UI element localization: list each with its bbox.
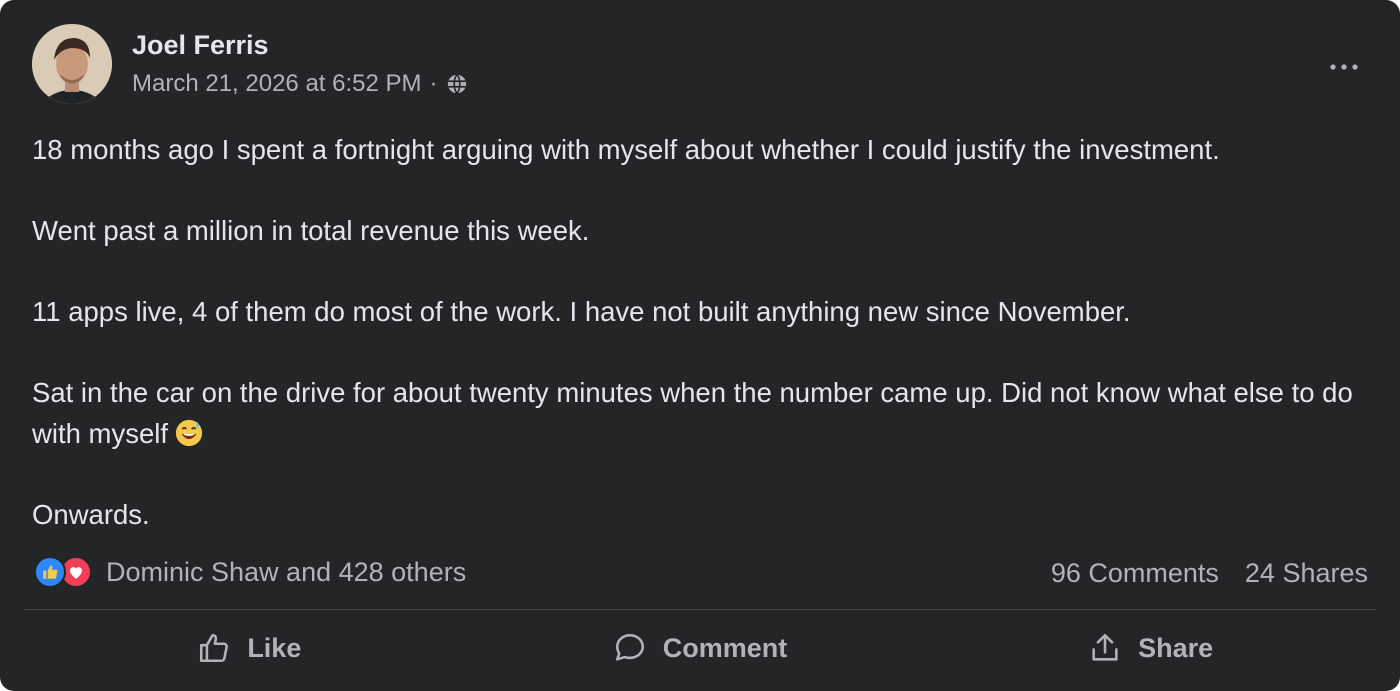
avatar-portrait: [32, 24, 112, 104]
post-paragraph: 11 apps live, 4 of them do most of the w…: [32, 296, 1131, 327]
share-label: Share: [1138, 632, 1214, 663]
reactions-summary[interactable]: Dominic Shaw and 428 others: [34, 556, 466, 588]
meta-separator: ·: [429, 70, 438, 97]
post-paragraph: Onwards.: [32, 498, 150, 530]
post-paragraph: Went past a million in total revenue thi…: [32, 215, 590, 246]
like-label: Like: [247, 632, 302, 663]
post-paragraph-with-emoji: Sat in the car on the drive for about tw…: [32, 373, 1360, 454]
comment-label: Comment: [662, 632, 788, 663]
actions-divider: [24, 609, 1376, 610]
post-card: Joel Ferris March 21, 2026 at 6:52 PM · …: [0, 0, 1400, 691]
author-avatar[interactable]: [32, 24, 112, 104]
globe-icon[interactable]: [446, 73, 468, 95]
comment-bubble-icon: [615, 633, 644, 661]
like-reaction-icon: [34, 556, 66, 588]
more-options-icon: [1330, 64, 1358, 70]
reactions-text[interactable]: Dominic Shaw and 428 others: [106, 557, 466, 588]
post-paragraph: 18 months ago I spent a fortnight arguin…: [32, 134, 1220, 165]
post-actions: Like Comment Share: [24, 612, 1376, 684]
post-meta: March 21, 2026 at 6:52 PM ·: [132, 70, 468, 98]
post-paragraph-text: Sat in the car on the drive for about tw…: [32, 377, 1353, 449]
comments-count[interactable]: 96 Comments: [1051, 558, 1219, 589]
more-options-button[interactable]: [1324, 52, 1364, 82]
author-name[interactable]: Joel Ferris: [132, 30, 269, 61]
thumbs-up-icon: [200, 633, 229, 663]
share-button[interactable]: Share: [925, 612, 1376, 684]
engagement-counts: 96 Comments 24 Shares: [1051, 558, 1368, 589]
post-timestamp[interactable]: March 21, 2026 at 6:52 PM: [132, 70, 422, 98]
share-arrow-icon: [1092, 633, 1118, 661]
comment-button[interactable]: Comment: [475, 612, 926, 684]
like-button[interactable]: Like: [24, 612, 475, 684]
grinning-sweat-emoji: [175, 419, 203, 446]
post-body: 18 months ago I spent a fortnight arguin…: [32, 130, 1360, 535]
shares-count[interactable]: 24 Shares: [1245, 558, 1368, 589]
